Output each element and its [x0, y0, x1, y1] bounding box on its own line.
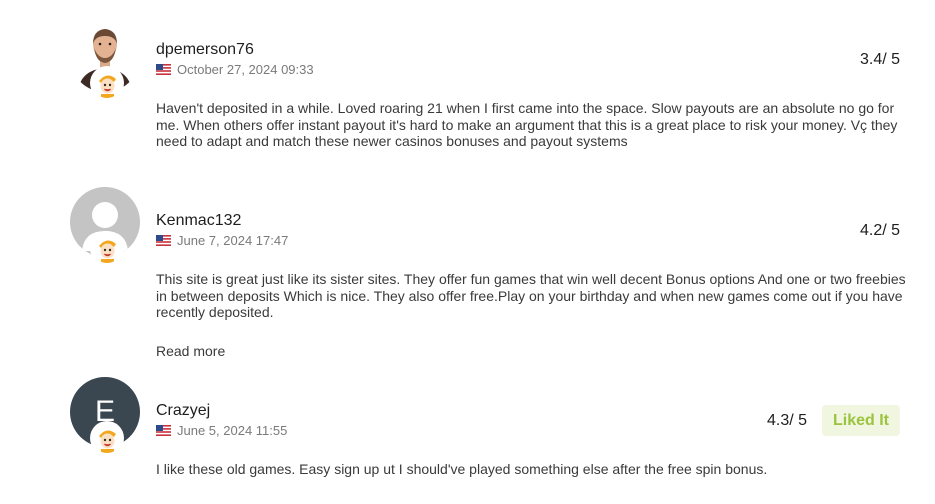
- mascot-badge-icon: [92, 423, 122, 453]
- us-flag-icon: [156, 235, 171, 246]
- review-rating: 3.4/ 5: [859, 51, 900, 68]
- review-date: October 27, 2024 09:33: [177, 62, 314, 77]
- review-username[interactable]: dpemerson76: [156, 41, 254, 59]
- review-rating: 4.3/ 5: [766, 412, 807, 429]
- review-rating: 4.2/ 5: [859, 222, 900, 239]
- review-meta: June 5, 2024 11:55: [156, 423, 287, 438]
- us-flag-icon: [156, 425, 171, 436]
- review-text: I like these old games. Easy sign up ut …: [156, 461, 768, 477]
- review-meta: June 7, 2024 17:47: [156, 233, 288, 248]
- mascot-badge-icon: [92, 233, 122, 263]
- review-date: June 7, 2024 17:47: [177, 233, 289, 248]
- review-username[interactable]: Kenmac132: [156, 212, 241, 230]
- user-avatar[interactable]: [70, 187, 140, 263]
- review-username[interactable]: Crazyej: [156, 402, 210, 420]
- read-more-link[interactable]: Read more: [156, 343, 225, 359]
- user-avatar[interactable]: E: [70, 377, 140, 453]
- us-flag-icon: [156, 64, 171, 75]
- user-avatar[interactable]: [70, 22, 140, 98]
- mascot-badge-icon: [92, 68, 122, 98]
- review-text: Haven't deposited in a while. Loved roar…: [156, 100, 898, 150]
- review-meta: October 27, 2024 09:33: [156, 62, 314, 77]
- review-date: June 5, 2024 11:55: [177, 423, 288, 438]
- review-text: This site is great just like its sister …: [156, 271, 906, 321]
- liked-it-badge: Liked It: [822, 405, 900, 436]
